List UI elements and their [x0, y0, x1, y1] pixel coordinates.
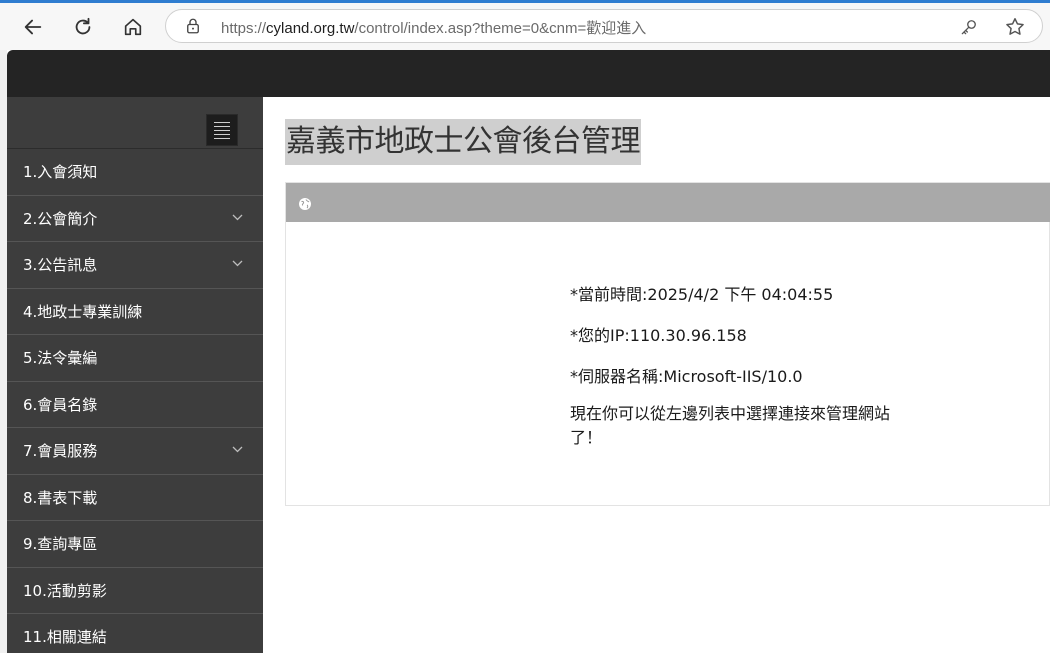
hamburger-icon-line	[214, 125, 230, 127]
sidebar-item-label: 4.地政士專業訓練	[23, 302, 143, 321]
sidebar-item-member-directory[interactable]: 6.會員名錄	[7, 382, 263, 428]
hamburger-icon-line	[214, 129, 230, 131]
sidebar-item-search[interactable]: 9.查詢專區	[7, 521, 263, 568]
hamburger-icon-line	[214, 137, 230, 139]
url-text[interactable]: https://cyland.org.tw/control/index.asp?…	[221, 17, 646, 38]
ip-address-text: *您的IP:110.30.96.158	[570, 326, 747, 345]
current-time-text: *當前時間:2025/4/2 下午 04:04:55	[570, 285, 834, 304]
sidebar-item-training[interactable]: 4.地政士專業訓練	[7, 289, 263, 335]
home-button[interactable]	[117, 11, 149, 43]
sidebar-header	[7, 97, 263, 149]
sidebar-item-links[interactable]: 11.相關連結	[7, 614, 263, 653]
hamburger-icon-line	[214, 121, 230, 123]
chevron-down-icon	[232, 214, 243, 220]
site-frame: 1.入會須知 2.公會簡介 3.公告訊息 4.地政士專業訓練 5.法令彙編 6.…	[7, 50, 1050, 653]
sidebar-item-label: 5.法令彙編	[23, 349, 98, 367]
page-left-edge	[0, 50, 7, 653]
url-host: cyland.org.tw	[266, 20, 355, 37]
back-button[interactable]	[17, 11, 49, 43]
chevron-down-icon	[232, 446, 243, 453]
hamburger-icon-line	[214, 133, 230, 135]
reload-button[interactable]	[67, 11, 99, 43]
main-content: 嘉義市地政士公會後台管理 *當前時間:2025/4/2 下午 04:04:55 …	[263, 97, 1050, 653]
info-panel: *當前時間:2025/4/2 下午 04:04:55 *您的IP:110.30.…	[285, 182, 1050, 506]
sidebar-item-form-downloads[interactable]: 8.書表下載	[7, 475, 263, 521]
sidebar-item-label: 7.會員服務	[23, 442, 98, 460]
menu-toggle-button[interactable]	[206, 114, 238, 146]
url-path: /control/index.asp?theme=0&cnm=歡迎進入	[354, 20, 647, 37]
url-scheme: https://	[221, 20, 267, 37]
server-name-text: *伺服器名稱:Microsoft-IIS/10.0	[570, 367, 803, 386]
welcome-message: 現在你可以從左邊列表中選擇連接來管理網站了！	[570, 404, 891, 447]
sidebar-item-member-services[interactable]: 7.會員服務	[7, 428, 263, 475]
back-arrow-icon	[24, 19, 42, 35]
address-bar[interactable]: https://cyland.org.tw/control/index.asp?…	[165, 9, 1043, 43]
sidebar-item-label: 6.會員名錄	[23, 395, 98, 414]
browser-toolbar: https://cyland.org.tw/control/index.asp?…	[0, 3, 1050, 51]
sidebar: 1.入會須知 2.公會簡介 3.公告訊息 4.地政士專業訓練 5.法令彙編 6.…	[7, 97, 263, 653]
globe-icon	[299, 198, 311, 210]
key-icon[interactable]	[959, 17, 979, 37]
sidebar-item-label: 2.公會簡介	[23, 209, 98, 228]
home-icon	[124, 18, 142, 36]
page-title: 嘉義市地政士公會後台管理	[285, 119, 641, 165]
info-block: *當前時間:2025/4/2 下午 04:04:55 *您的IP:110.30.…	[570, 283, 910, 468]
chevron-down-icon	[232, 260, 243, 267]
sidebar-item-label: 10.活動剪影	[23, 581, 107, 600]
sidebar-item-label: 1.入會須知	[23, 163, 98, 181]
sidebar-item-regulations[interactable]: 5.法令彙編	[7, 335, 263, 382]
favorite-star-icon[interactable]	[1004, 16, 1026, 38]
site-header-bar	[7, 50, 1050, 97]
sidebar-item-association-intro[interactable]: 2.公會簡介	[7, 196, 263, 242]
sidebar-item-gallery[interactable]: 10.活動剪影	[7, 568, 263, 614]
sidebar-item-membership-info[interactable]: 1.入會須知	[7, 149, 263, 196]
sidebar-item-label: 8.書表下載	[23, 488, 98, 507]
sidebar-item-label: 9.查詢專區	[23, 535, 98, 553]
sidebar-item-label: 3.公告訊息	[23, 256, 98, 274]
panel-header	[286, 183, 1050, 222]
sidebar-item-label: 11.相關連結	[23, 628, 107, 646]
reload-icon	[75, 17, 91, 35]
sidebar-item-announcements[interactable]: 3.公告訊息	[7, 242, 263, 289]
lock-icon[interactable]	[184, 17, 202, 35]
